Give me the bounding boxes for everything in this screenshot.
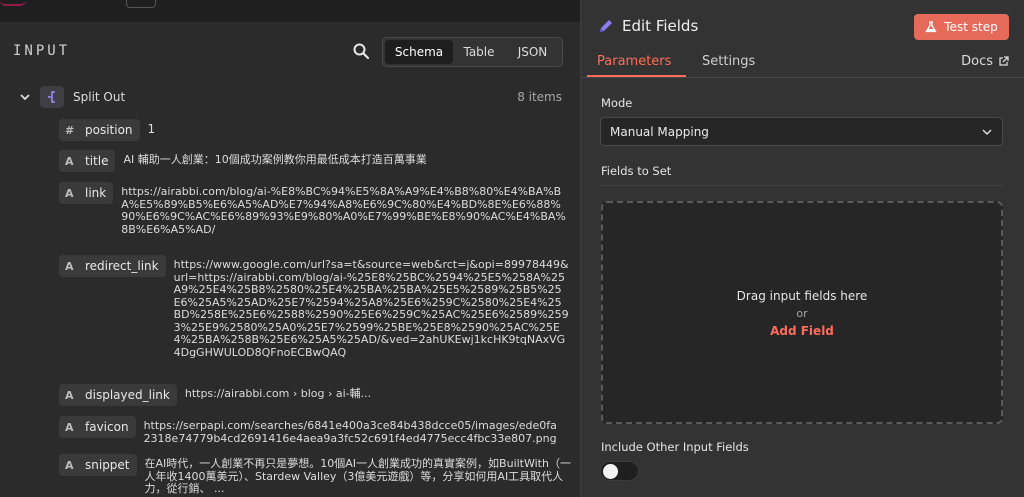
field-pill[interactable]: A snippet	[59, 454, 137, 476]
fields-to-set-label: Fields to Set	[601, 164, 672, 178]
items-count: 8 items	[517, 90, 562, 104]
tab-parameters[interactable]: Parameters	[597, 54, 671, 69]
split-out-node-row[interactable]: Split Out 8 items	[18, 85, 568, 109]
field-pill[interactable]: # position	[59, 119, 140, 141]
schema-field-displayed-link[interactable]: A displayed_link https://airabbi.com › b…	[59, 384, 545, 406]
test-step-label: Test step	[944, 20, 998, 34]
field-pill[interactable]: A favicon	[59, 416, 136, 438]
pencil-icon	[600, 20, 612, 32]
field-value: 在AI時代，一人創業不再只是夢想。10個AI一人創業成功的真實案例，如Built…	[144, 457, 571, 495]
schema-field-redirect-link[interactable]: A redirect_link https://www.google.com/u…	[59, 255, 569, 359]
schema-field-snippet[interactable]: A snippet 在AI時代，一人創業不再只是夢想。10個AI一人創業成功的真…	[59, 454, 573, 496]
panel-title: Edit Fields	[622, 17, 699, 35]
external-link-icon	[999, 56, 1009, 66]
add-field-button[interactable]: Add Field	[603, 324, 1001, 338]
field-value: 1	[147, 122, 156, 136]
field-pill[interactable]: A redirect_link	[59, 255, 166, 277]
view-table-tab[interactable]: Table	[453, 40, 505, 64]
field-name: redirect_link	[85, 259, 159, 273]
mode-label: Mode	[601, 96, 633, 110]
chevron-down-icon	[982, 129, 992, 136]
active-tab-indicator	[587, 75, 686, 77]
node-name: Split Out	[73, 90, 126, 104]
field-name: position	[85, 123, 133, 137]
view-json-tab[interactable]: JSON	[505, 40, 560, 64]
edit-fields-panel: Edit Fields Test step Parameters Setting…	[580, 0, 1024, 497]
field-value: AI 輔助一人創業：10個成功案例教你用最低成本打造百萬事業	[123, 153, 427, 166]
mode-select-value: Manual Mapping	[610, 124, 709, 139]
include-other-fields-label: Include Other Input Fields	[601, 440, 749, 454]
field-value: https://airabbi.com › blog › ai-輔...	[184, 387, 372, 400]
string-type-icon: A	[65, 186, 74, 200]
schema-field-link[interactable]: A link https://airabbi.com/blog/ai-%E8%B…	[59, 182, 566, 236]
input-panel-title: INPUT	[13, 43, 71, 59]
schema-field-title[interactable]: A title AI 輔助一人創業：10個成功案例教你用最低成本打造百萬事業	[59, 150, 523, 172]
field-pill[interactable]: A title	[59, 150, 116, 172]
field-value: https://www.google.com/url?sa=t&source=w…	[173, 258, 569, 359]
canvas-node-edge	[126, 0, 156, 8]
section-divider	[600, 185, 1003, 186]
panel-tabs: Parameters Settings Docs	[581, 48, 1024, 78]
string-type-icon: A	[65, 154, 74, 168]
input-panel: INPUT Schema Table JSON Split Out 8 item…	[0, 22, 580, 497]
number-type-icon: #	[65, 123, 75, 137]
field-name: title	[85, 154, 109, 168]
search-icon[interactable]	[352, 42, 370, 60]
schema-field-favicon[interactable]: A favicon https://serpapi.com/searches/6…	[59, 416, 564, 445]
dropzone-or: or	[796, 307, 808, 320]
view-schema-tab[interactable]: Schema	[385, 40, 453, 64]
flask-icon	[925, 21, 937, 33]
field-name: snippet	[85, 458, 130, 472]
canvas-connector	[0, 0, 26, 6]
dropzone-hint: Drag input fields here	[736, 289, 868, 303]
string-type-icon: A	[65, 458, 74, 472]
panel-header: Edit Fields Test step	[581, 0, 1024, 50]
field-value: https://serpapi.com/searches/6841e400a3c…	[143, 419, 557, 445]
mode-select[interactable]: Manual Mapping	[600, 117, 1003, 146]
string-type-icon: A	[65, 259, 74, 273]
field-value: https://airabbi.com/blog/ai-%E8%BC%94%E5…	[121, 185, 566, 236]
test-step-button[interactable]: Test step	[914, 14, 1009, 40]
field-pill[interactable]: A link	[59, 182, 114, 204]
fields-dropzone[interactable]: Drag input fields here or Add Field	[601, 201, 1003, 424]
field-pill[interactable]: A displayed_link	[59, 384, 177, 406]
string-type-icon: A	[65, 420, 74, 434]
docs-label: Docs	[961, 54, 993, 69]
chevron-down-icon[interactable]	[18, 90, 32, 104]
schema-field-position[interactable]: # position 1	[59, 119, 528, 141]
string-type-icon: A	[65, 388, 74, 402]
docs-link[interactable]: Docs	[961, 54, 1009, 69]
field-name: displayed_link	[85, 388, 170, 402]
field-name: favicon	[85, 420, 129, 434]
toggle-knob	[603, 464, 618, 479]
view-switcher: Schema Table JSON	[382, 37, 563, 67]
tab-settings[interactable]: Settings	[702, 54, 755, 69]
field-name: link	[85, 186, 107, 200]
split-out-icon	[40, 86, 64, 108]
include-other-fields-toggle[interactable]	[600, 461, 639, 481]
